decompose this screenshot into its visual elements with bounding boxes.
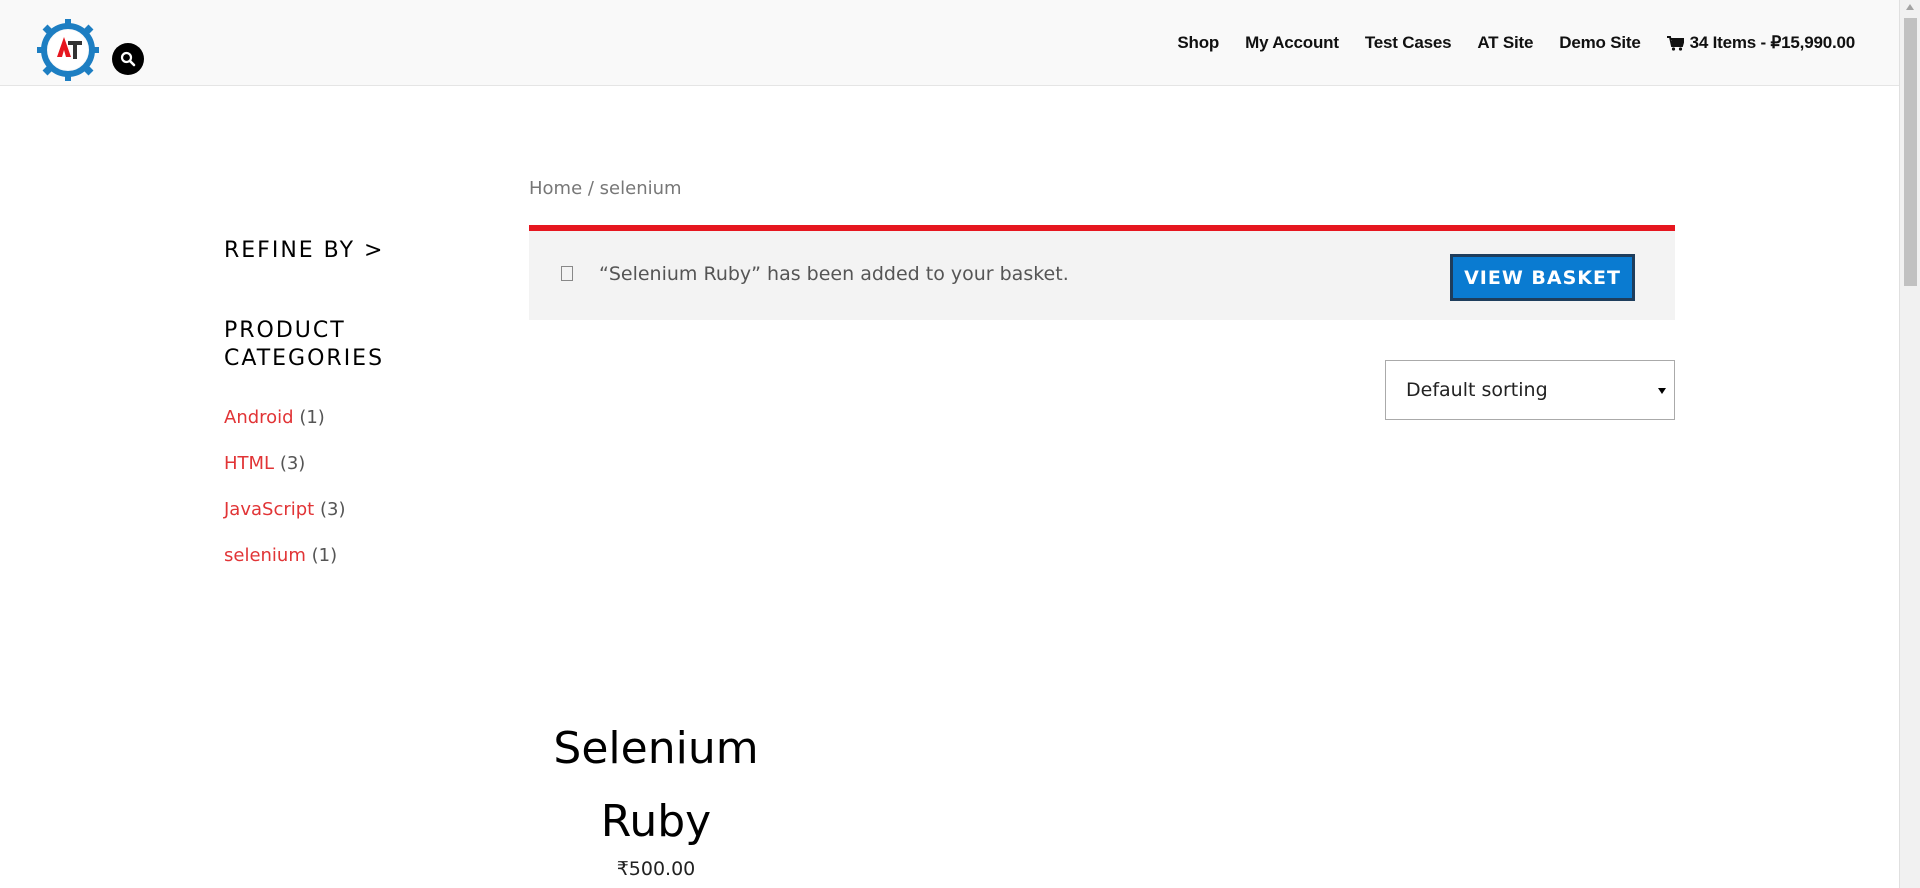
category-item: HTML (3)	[224, 453, 464, 499]
nav-my-account[interactable]: My Account	[1245, 33, 1339, 53]
category-item: selenium (1)	[224, 545, 464, 591]
breadcrumb-home[interactable]: Home	[529, 178, 582, 199]
category-count: (3)	[319, 499, 346, 520]
view-basket-button[interactable]: VIEW BASKET	[1450, 254, 1635, 301]
cart-summary: 34 Items - ₽15,990.00	[1689, 33, 1856, 52]
nav-at-site[interactable]: AT Site	[1477, 33, 1533, 53]
category-link-html[interactable]: HTML	[224, 453, 274, 474]
nav-demo-site[interactable]: Demo Site	[1559, 33, 1641, 53]
notice-message: “Selenium Ruby” has been added to your b…	[599, 263, 1069, 285]
category-list: Android (1) HTML (3) JavaScript (3) sele…	[224, 407, 464, 591]
search-button[interactable]	[112, 43, 144, 75]
refine-by-heading: REFINE BY >	[224, 238, 385, 263]
category-count: (1)	[299, 407, 325, 428]
nav-test-cases[interactable]: Test Cases	[1365, 33, 1452, 53]
main-nav: Shop My Account Test Cases AT Site Demo …	[1177, 33, 1855, 53]
basket-notice: “Selenium Ruby” has been added to your b…	[529, 225, 1675, 320]
page-scrollbar[interactable]	[1899, 0, 1920, 888]
sorting-select[interactable]: Default sorting	[1385, 360, 1675, 420]
product-title-line: Selenium	[553, 723, 759, 774]
category-link-android[interactable]: Android	[224, 407, 294, 428]
notice-icon	[561, 266, 573, 281]
breadcrumb-separator: /	[582, 178, 600, 199]
cart-icon	[1666, 35, 1684, 51]
product-price: ₹500.00	[616, 858, 696, 880]
product-card: Selenium Ruby ₹500.00	[529, 712, 783, 880]
sorting-selected-value: Default sorting	[1406, 379, 1548, 401]
product-title-line: Ruby	[600, 796, 712, 847]
cart-link[interactable]: 34 Items - ₽15,990.00	[1666, 33, 1856, 53]
sidebar: REFINE BY > PRODUCT CATEGORIES Android (…	[224, 238, 464, 609]
breadcrumb-current: selenium	[599, 178, 682, 199]
site-logo[interactable]	[35, 17, 101, 83]
category-count: (1)	[311, 545, 338, 566]
chevron-down-icon	[1658, 388, 1666, 394]
product-title[interactable]: Selenium Ruby	[529, 712, 783, 858]
search-icon	[120, 51, 136, 67]
category-count: (3)	[279, 453, 306, 474]
site-header: Shop My Account Test Cases AT Site Demo …	[0, 0, 1899, 86]
nav-shop[interactable]: Shop	[1177, 33, 1219, 53]
category-link-javascript[interactable]: JavaScript	[224, 499, 314, 520]
breadcrumb: Home / selenium	[529, 178, 682, 199]
category-item: Android (1)	[224, 407, 464, 453]
scroll-up-icon[interactable]	[1906, 4, 1914, 10]
category-link-selenium[interactable]: selenium	[224, 545, 306, 566]
product-categories-heading: PRODUCT CATEGORIES	[224, 318, 385, 371]
category-item: JavaScript (3)	[224, 499, 464, 545]
scrollbar-thumb[interactable]	[1904, 18, 1917, 286]
